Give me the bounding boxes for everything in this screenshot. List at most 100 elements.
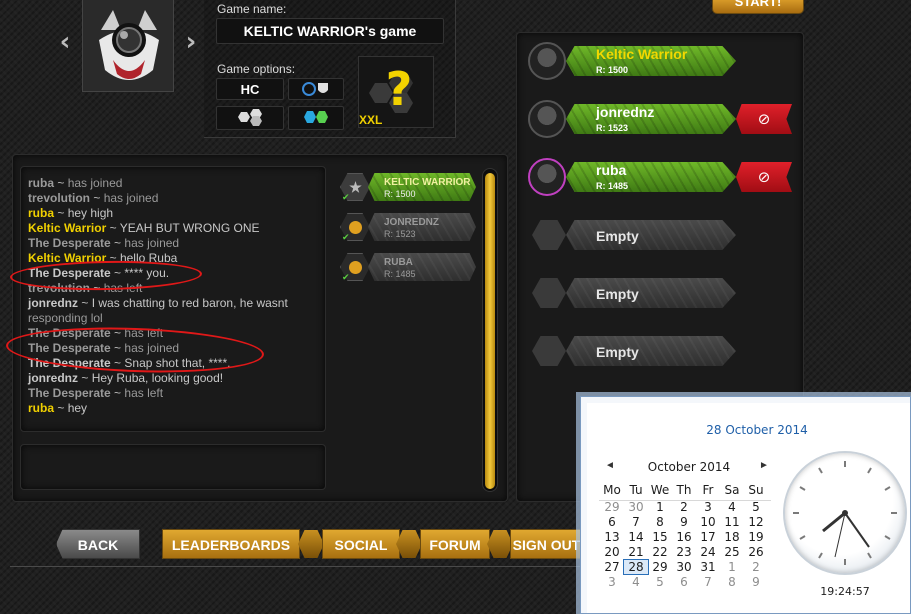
chat-scrollbar[interactable] [482, 168, 498, 492]
empty-slot[interactable]: Empty [528, 216, 798, 254]
slot-player-rating: R: 1523 [596, 123, 629, 133]
calendar-day[interactable]: 9 [744, 575, 768, 589]
weekday-header: Mo [603, 483, 621, 497]
player-entry[interactable]: KELTIC WARRIOR R: 1500 ✔ [340, 171, 476, 203]
slot-player-name: ruba [596, 162, 627, 178]
chat-separator: ~ [110, 386, 125, 400]
calendar-day[interactable]: 8 [720, 575, 744, 589]
calendar-day[interactable]: 13 [600, 530, 624, 544]
map-size-option[interactable]: ? XXL [358, 56, 434, 128]
calendar-day[interactable]: 19 [744, 530, 768, 544]
calendar-day[interactable]: 6 [600, 515, 624, 529]
slot-player-name: Empty [596, 344, 639, 360]
calendar-day[interactable]: 1 [648, 500, 672, 514]
calendar-day[interactable]: 27 [600, 560, 624, 574]
chat-separator: ~ [54, 176, 68, 190]
calendar-day[interactable]: 2 [672, 500, 696, 514]
calendar-day[interactable]: 26 [744, 545, 768, 559]
chat-message: trevolution ~ has joined [28, 191, 328, 206]
calendar-day[interactable]: 15 [648, 530, 672, 544]
chat-message: The Desperate ~ has left [28, 326, 328, 341]
calendar-day[interactable]: 5 [744, 500, 768, 514]
svg-text:?: ? [386, 62, 413, 116]
player-slot[interactable]: ruba R: 1485 ⊘ [528, 158, 798, 196]
hex-count-option[interactable] [216, 106, 284, 130]
calendar-day[interactable]: 25 [720, 545, 744, 559]
leaderboards-button[interactable]: LEADERBOARDS [162, 529, 300, 559]
next-month-icon[interactable]: ► [759, 460, 769, 471]
kick-player-button[interactable]: ⊘ [736, 162, 792, 192]
calendar-day[interactable]: 3 [600, 575, 624, 589]
calendar-day[interactable]: 17 [696, 530, 720, 544]
calendar-day[interactable]: 29 [648, 560, 672, 574]
start-button[interactable]: START! [712, 0, 804, 14]
calendar-date-header[interactable]: 28 October 2014 [587, 423, 911, 437]
shield-option[interactable] [288, 78, 344, 100]
sign-out-button[interactable]: SIGN OUT [510, 529, 582, 559]
mode-option[interactable]: HC [216, 78, 284, 100]
calendar-day[interactable]: 5 [648, 575, 672, 589]
back-button[interactable]: BACK [56, 529, 140, 559]
weekday-header: Sa [724, 483, 740, 497]
slot-bar [566, 162, 736, 192]
chat-text: has joined [67, 176, 123, 190]
calendar-day[interactable]: 4 [720, 500, 744, 514]
calendar-day[interactable]: 3 [696, 500, 720, 514]
calendar-day[interactable]: 23 [672, 545, 696, 559]
player-entry[interactable]: RUBA R: 1485 ✔ [340, 251, 476, 283]
scrollbar-thumb[interactable] [485, 173, 495, 489]
calendar-day[interactable]: 7 [696, 575, 720, 589]
calendar-day[interactable]: 16 [672, 530, 696, 544]
chat-text: Snap shot that, ****. [124, 356, 231, 370]
calendar-day[interactable]: 11 [720, 515, 744, 529]
chat-sender: Keltic Warrior [28, 221, 107, 235]
calendar-day[interactable]: 24 [696, 545, 720, 559]
social-button[interactable]: SOCIAL [322, 529, 400, 559]
slot-player-name: Empty [596, 228, 639, 244]
calendar-day[interactable]: 1 [720, 560, 744, 574]
chat-text: has joined [124, 341, 180, 355]
calendar-day[interactable]: 20 [600, 545, 624, 559]
player-slot[interactable]: jonrednz R: 1523 ⊘ [528, 100, 798, 138]
calendar-day[interactable]: 29 [600, 500, 624, 514]
color-option[interactable] [288, 106, 344, 130]
chat-message: responding lol [28, 311, 328, 326]
calendar-day[interactable]: 9 [672, 515, 696, 529]
chat-separator: ~ [90, 191, 104, 205]
chat-separator: ~ [90, 281, 104, 295]
calendar-day[interactable]: 4 [624, 575, 648, 589]
calendar-day[interactable]: 28 [623, 559, 649, 575]
slot-avatar [528, 42, 566, 80]
game-name-field: KELTIC WARRIOR's game [216, 18, 444, 44]
calendar-day[interactable]: 2 [744, 560, 768, 574]
calendar-day[interactable]: 30 [672, 560, 696, 574]
kick-player-button[interactable]: ⊘ [736, 104, 792, 134]
calendar-day[interactable]: 21 [624, 545, 648, 559]
player-slot[interactable]: Keltic Warrior R: 1500 [528, 42, 798, 80]
game-options-label: Game options: [217, 62, 296, 76]
prev-avatar-arrow[interactable]: ‹ [56, 28, 74, 56]
forum-button[interactable]: FORUM [420, 529, 490, 559]
calendar-day[interactable]: 10 [696, 515, 720, 529]
calendar-day[interactable]: 8 [648, 515, 672, 529]
next-avatar-arrow[interactable]: › [182, 28, 200, 56]
weekday-header: We [650, 483, 670, 497]
calendar-day[interactable]: 31 [696, 560, 720, 574]
calendar-day[interactable]: 6 [672, 575, 696, 589]
calendar-day[interactable]: 14 [624, 530, 648, 544]
kick-icon: ⊘ [757, 168, 771, 186]
calendar-day[interactable]: 7 [624, 515, 648, 529]
calendar-day[interactable]: 18 [720, 530, 744, 544]
chat-separator: ~ [110, 341, 125, 355]
chat-sender: ruba [28, 176, 55, 190]
weekday-header: Th [676, 483, 692, 497]
chat-message: Keltic Warrior ~ YEAH BUT WRONG ONE [28, 221, 328, 236]
calendar-day[interactable]: 30 [624, 500, 648, 514]
chat-sender: The Desperate [28, 266, 111, 280]
empty-slot[interactable]: Empty [528, 332, 798, 370]
empty-slot[interactable]: Empty [528, 274, 798, 312]
calendar-day[interactable]: 12 [744, 515, 768, 529]
player-entry[interactable]: JONREDNZ R: 1523 ✔ [340, 211, 476, 243]
calendar-day[interactable]: 22 [648, 545, 672, 559]
chat-input[interactable] [20, 444, 326, 490]
